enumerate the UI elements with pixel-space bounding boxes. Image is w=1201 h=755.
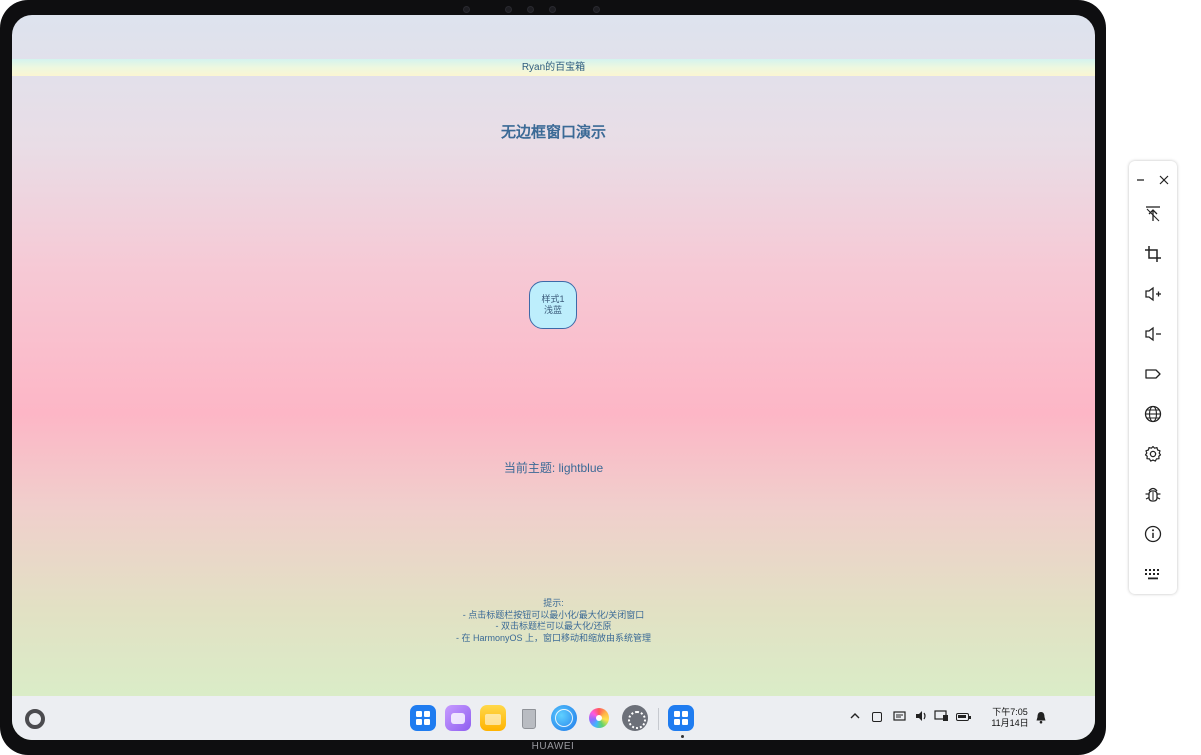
volume-down-icon[interactable] [1143,324,1163,344]
minimize-icon[interactable] [1136,172,1146,182]
window-title: Ryan的百宝箱 [521,62,586,73]
crop-icon[interactable] [1143,244,1163,264]
running-indicator [681,735,684,738]
camera-dot [505,6,512,13]
title-bar[interactable]: Ryan的百宝箱 [12,59,1095,76]
settings-icon[interactable] [622,705,648,731]
clear-pin-icon[interactable] [1143,204,1163,224]
page-title: 无边框窗口演示 [500,124,606,141]
tip-line: 提示: [543,598,564,608]
tip-line: - 在 HarmonyOS 上，窗口移动和缩放由系统管理 [455,632,651,643]
emulator-toolbar [1129,161,1177,594]
camera-dot [463,6,470,13]
volume-icon[interactable] [914,710,928,724]
device-frame: Ryan的百宝箱 无边框窗口演示 样式1 浅蓝 当前主题: lightblue … [0,0,1106,755]
clipboard-icon[interactable] [892,710,906,724]
keyboard-icon[interactable] [1143,564,1163,584]
browser-icon[interactable] [551,705,577,731]
bug-icon[interactable] [1143,484,1163,504]
screen-cast-icon[interactable] [934,710,948,724]
toolbar-window-controls [1129,167,1177,185]
gear-icon[interactable] [1143,444,1163,464]
tip-line: - 双击标题栏可以最大化/还原 [495,621,612,631]
screen: Ryan的百宝箱 无边框窗口演示 样式1 浅蓝 当前主题: lightblue … [12,15,1095,740]
style-button-line2: 浅蓝 [543,305,562,315]
clock-date: 11月14日 [991,718,1029,728]
clock[interactable]: 下午7:05 11月14日 [988,707,1032,729]
close-icon[interactable] [1159,172,1169,185]
tips-block: 提示: - 点击标题栏按钮可以最小化/最大化/关闭窗口 - 双击标题栏可以最大化… [12,598,1095,644]
trash-icon[interactable] [515,705,541,731]
camera-dot [527,6,534,13]
clock-time: 下午7:05 [992,707,1028,717]
style-button-line1: 样式1 [541,294,565,304]
device-brand: HUAWEI [531,741,575,752]
dock-separator [658,708,659,730]
bell-icon[interactable] [1035,711,1047,724]
battery-icon[interactable] [956,713,971,721]
input-method-icon[interactable] [872,712,882,722]
tip-line: - 点击标题栏按钮可以最小化/最大化/关闭窗口 [462,609,645,620]
volume-up-icon[interactable] [1143,284,1163,304]
gallery-icon[interactable] [586,705,612,731]
running-app-icon[interactable] [668,705,694,731]
camera-dot [593,6,600,13]
label-tag-icon[interactable] [1143,364,1163,384]
files-icon[interactable] [480,705,506,731]
app-center-icon[interactable] [410,705,436,731]
globe-icon[interactable] [1143,404,1163,424]
multi-window-icon[interactable] [445,705,471,731]
info-icon[interactable] [1143,524,1163,544]
camera-dot [549,6,556,13]
current-theme-label: 当前主题: lightblue [503,461,604,475]
chevron-up-icon[interactable] [848,710,862,724]
style-1-button[interactable]: 样式1 浅蓝 [529,281,577,329]
start-button[interactable] [25,709,45,729]
taskbar: 下午7:05 11月14日 [12,696,1095,740]
camera-strip [455,6,615,14]
